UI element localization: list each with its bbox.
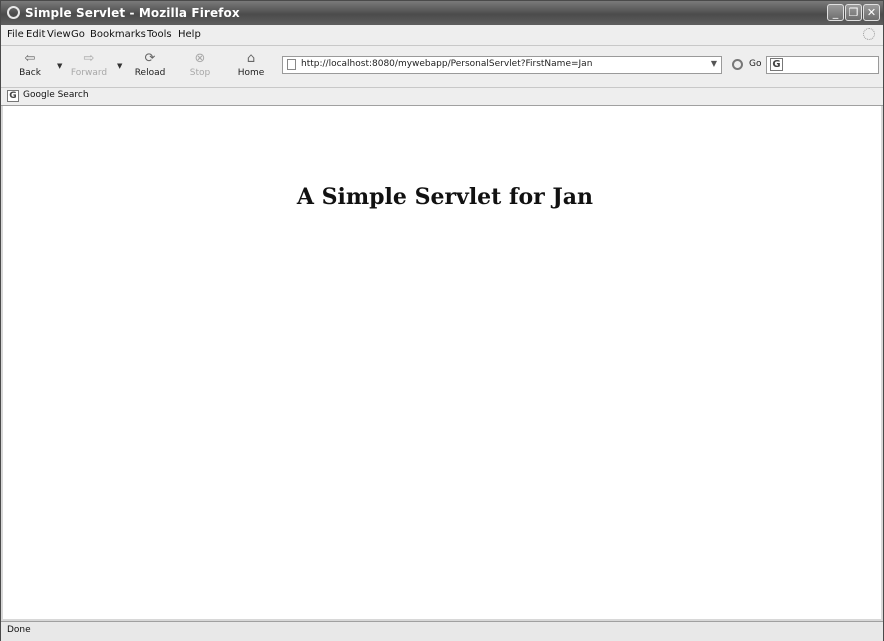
stop-button[interactable]: ⊗ Stop xyxy=(178,51,222,78)
google-icon[interactable]: G xyxy=(770,58,783,71)
browser-window: Simple Servlet - Mozilla Firefox _ ❐ ✕ F… xyxy=(0,0,884,641)
menu-edit[interactable]: Edit xyxy=(26,29,45,40)
firefox-icon xyxy=(7,6,20,19)
navigation-toolbar: ⇦ Back ▼ ⇨ Forward ▼ ⟳ Reload ⊗ Stop ⌂ H… xyxy=(1,45,883,88)
google-icon: G xyxy=(7,90,19,102)
close-button[interactable]: ✕ xyxy=(863,4,880,21)
menu-view[interactable]: View xyxy=(47,29,71,40)
back-history-dropdown[interactable]: ▼ xyxy=(57,62,62,70)
reload-icon: ⟳ xyxy=(144,51,156,66)
status-text: Done xyxy=(7,625,31,635)
stop-icon: ⊗ xyxy=(194,51,206,66)
status-bar: Done xyxy=(1,621,883,641)
window-title: Simple Servlet - Mozilla Firefox xyxy=(25,6,240,20)
page-heading: A Simple Servlet for Jan xyxy=(296,184,594,210)
page-icon xyxy=(287,59,296,70)
menu-bar: File Edit View Go Bookmarks Tools Help xyxy=(1,25,883,45)
bookmarks-toolbar: G Google Search xyxy=(1,87,883,106)
search-input[interactable]: G xyxy=(766,56,879,74)
maximize-button[interactable]: ❐ xyxy=(845,4,862,21)
page-content: A Simple Servlet for Jan xyxy=(3,106,881,619)
throbber-icon xyxy=(863,28,875,40)
back-arrow-icon: ⇦ xyxy=(24,51,36,66)
home-icon: ⌂ xyxy=(246,51,256,66)
menu-help[interactable]: Help xyxy=(178,29,201,40)
go-icon[interactable] xyxy=(732,59,743,70)
go-button[interactable]: Go xyxy=(749,59,761,69)
menu-bookmarks[interactable]: Bookmarks xyxy=(90,29,146,40)
url-dropdown-icon[interactable]: ▼ xyxy=(711,59,717,68)
back-button[interactable]: ⇦ Back xyxy=(8,51,52,78)
address-bar[interactable]: http://localhost:8080/mywebapp/PersonalS… xyxy=(282,56,722,74)
minimize-button[interactable]: _ xyxy=(827,4,844,21)
home-button[interactable]: ⌂ Home xyxy=(229,51,273,78)
forward-arrow-icon: ⇨ xyxy=(83,51,95,66)
menu-file[interactable]: File xyxy=(7,29,24,40)
url-text[interactable]: http://localhost:8080/mywebapp/PersonalS… xyxy=(301,59,592,69)
reload-button[interactable]: ⟳ Reload xyxy=(128,51,172,78)
menu-tools[interactable]: Tools xyxy=(147,29,172,40)
menu-go[interactable]: Go xyxy=(71,29,85,40)
forward-history-dropdown[interactable]: ▼ xyxy=(117,62,122,70)
forward-button[interactable]: ⇨ Forward xyxy=(67,51,111,78)
title-bar: Simple Servlet - Mozilla Firefox _ ❐ ✕ xyxy=(1,1,883,25)
